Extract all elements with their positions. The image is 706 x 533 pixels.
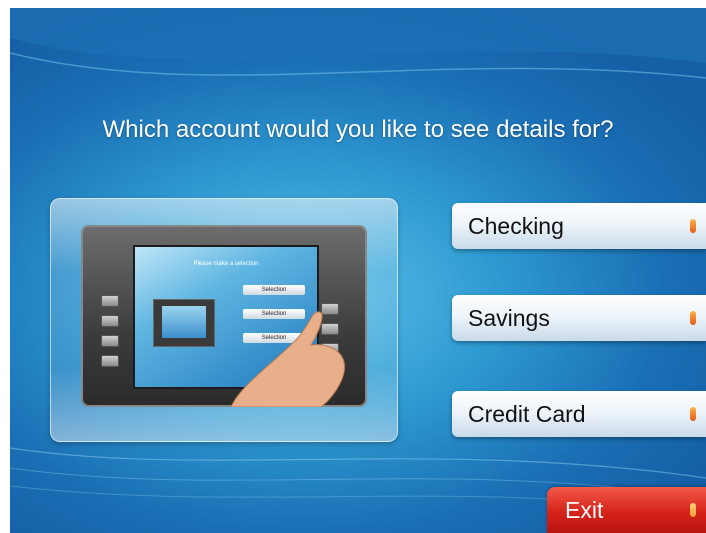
arrow-icon xyxy=(690,503,696,517)
exit-label: Exit xyxy=(565,496,604,523)
exit-button[interactable]: Exit xyxy=(547,487,706,533)
pointing-hand-icon xyxy=(230,311,345,407)
savings-button[interactable]: Savings xyxy=(452,295,706,341)
checking-label: Checking xyxy=(468,212,564,239)
atm-screen: Which account would you like to see deta… xyxy=(10,8,706,533)
atm-illustration-body: Please make a selection Selection Select… xyxy=(81,225,367,407)
arrow-icon xyxy=(690,407,696,421)
arrow-icon xyxy=(690,311,696,325)
checking-button[interactable]: Checking xyxy=(452,203,706,249)
prompt-title: Which account would you like to see deta… xyxy=(102,116,614,143)
savings-label: Savings xyxy=(468,304,550,331)
credit-card-label: Credit Card xyxy=(468,400,586,427)
atm-illustration: Please make a selection Selection Select… xyxy=(50,198,398,442)
arrow-icon xyxy=(690,219,696,233)
credit-card-button[interactable]: Credit Card xyxy=(452,391,706,437)
